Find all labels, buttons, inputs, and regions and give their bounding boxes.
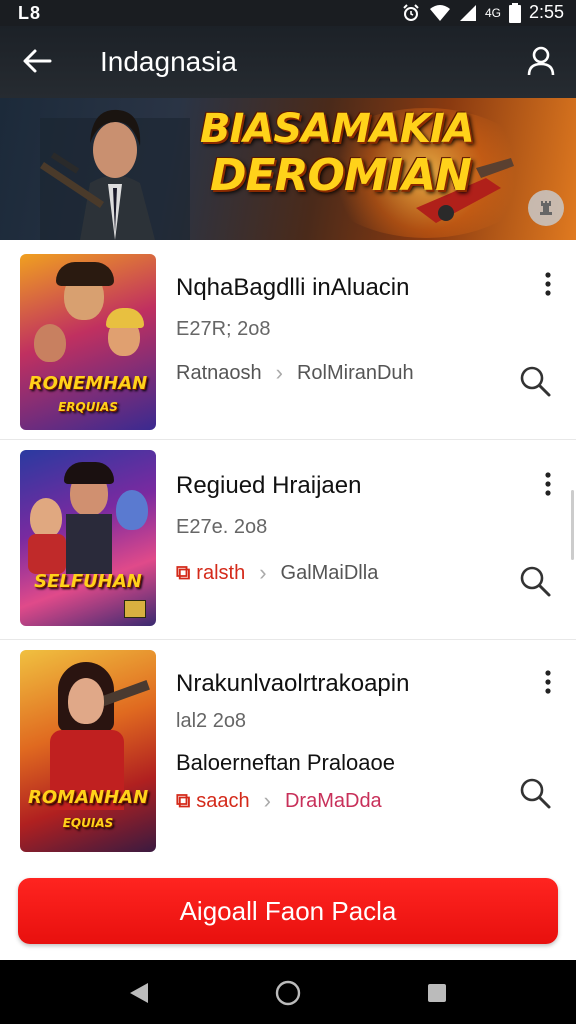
- chess-rook-icon: [540, 201, 552, 215]
- tag-icon: ⧉: [176, 789, 191, 812]
- cta-container: Aigoall Faon Pacla: [0, 860, 576, 960]
- wifi-icon: [429, 4, 450, 21]
- game-tag[interactable]: saach: [196, 790, 249, 813]
- alarm-icon: [403, 3, 419, 21]
- game-name: Regiued Hraijaen: [176, 472, 362, 499]
- game-meta: Ratnaosh › RolMiranDuh: [176, 360, 414, 386]
- game-tag[interactable]: ralsth: [196, 562, 245, 585]
- list-item[interactable]: ROMANHAN EQUIAS Nrakunlvaolrtrakoapin la…: [0, 640, 576, 860]
- nav-recents-icon[interactable]: [424, 980, 450, 1006]
- more-vert-icon[interactable]: [538, 270, 558, 298]
- game-name: NqhaBagdlli inAluacin: [176, 274, 410, 301]
- game-category[interactable]: DraMaDda: [285, 790, 382, 813]
- thumb-label: SELFUHAN: [34, 571, 142, 592]
- banner-title-line2: DEROMIAN: [210, 150, 472, 201]
- game-date: E27e. 2o8: [176, 516, 268, 538]
- banner-badge-icon[interactable]: [528, 190, 564, 226]
- back-arrow-icon[interactable]: [20, 44, 54, 78]
- account-icon[interactable]: [526, 44, 556, 78]
- banner-hero-image: [40, 109, 190, 240]
- more-vert-icon[interactable]: [538, 668, 558, 696]
- game-name: Nrakunlvaolrtrakoapin: [176, 670, 410, 697]
- promo-banner[interactable]: BIASAMAKIA DEROMIAN: [0, 98, 576, 240]
- page-title: Indagnasia: [100, 46, 238, 77]
- thumb-label: RONEMHAN: [28, 373, 148, 394]
- network-type: 4G: [484, 5, 501, 20]
- list-item[interactable]: RONEMHAN ERQUIAS NqhaBagdlli inAluacin E…: [0, 240, 576, 440]
- search-icon[interactable]: [518, 564, 552, 598]
- game-thumbnail[interactable]: ROMANHAN EQUIAS: [20, 650, 156, 852]
- game-subtitle: Baloerneftan Praloaoe: [176, 750, 395, 775]
- game-tag[interactable]: Ratnaosh: [176, 362, 262, 385]
- chevron-right-icon: ›: [263, 788, 271, 813]
- battery-icon: [508, 2, 521, 23]
- status-time: 2:55: [528, 2, 564, 22]
- tag-icon: ⧉: [176, 561, 191, 584]
- system-nav-bar: [0, 960, 576, 1024]
- game-thumbnail[interactable]: RONEMHAN ERQUIAS: [20, 254, 156, 430]
- more-vert-icon[interactable]: [538, 470, 558, 498]
- signal-icon: [459, 4, 476, 21]
- app-bar: Indagnasia: [0, 26, 576, 98]
- search-icon[interactable]: [518, 364, 552, 398]
- nav-home-icon[interactable]: [275, 980, 301, 1006]
- nav-back-icon[interactable]: [126, 980, 152, 1006]
- list-item[interactable]: SELFUHAN Regiued Hraijaen E27e. 2o8 ⧉ ra…: [0, 440, 576, 640]
- chevron-right-icon: ›: [259, 560, 267, 585]
- thumb-sublabel: EQUIAS: [62, 816, 114, 830]
- thumb-label: ROMANHAN: [28, 787, 149, 808]
- game-meta: ⧉ ralsth › GalMaiDlla: [176, 560, 378, 586]
- game-meta: ⧉ saach › DraMaDda: [176, 788, 382, 814]
- game-date: E27R; 2o8: [176, 318, 271, 340]
- banner-title-line1: BIASAMAKIA: [200, 106, 475, 152]
- scrollbar[interactable]: [571, 490, 574, 560]
- thumb-sublabel: ERQUIAS: [58, 400, 118, 414]
- game-category[interactable]: GalMaiDlla: [281, 562, 379, 585]
- primary-action-button[interactable]: Aigoall Faon Pacla: [18, 878, 558, 944]
- search-icon[interactable]: [518, 776, 552, 810]
- game-date: lal2 2o8: [176, 710, 247, 732]
- status-bar: L8 4G 2:55: [0, 0, 576, 26]
- game-category[interactable]: RolMiranDuh: [297, 362, 414, 385]
- chevron-right-icon: ›: [275, 360, 283, 385]
- game-thumbnail[interactable]: SELFUHAN: [20, 450, 156, 626]
- status-left-text: L8: [18, 3, 42, 23]
- game-list: RONEMHAN ERQUIAS NqhaBagdlli inAluacin E…: [0, 240, 576, 960]
